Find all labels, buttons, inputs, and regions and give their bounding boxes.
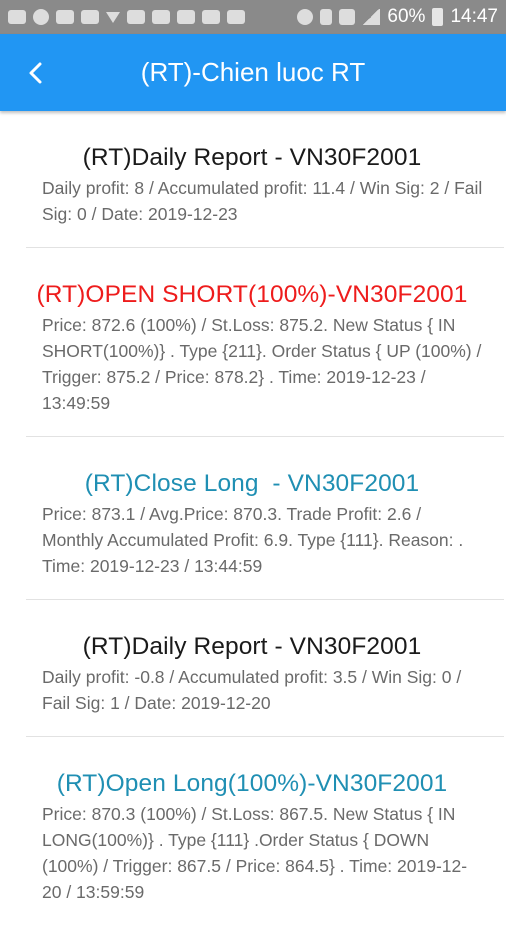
list-item[interactable]: (RT)Close Long - VN30F2001 Price: 873.1 … — [26, 437, 504, 600]
item-body: Daily profit: 8 / Accumulated profit: 11… — [42, 178, 483, 224]
clock: 14:47 — [450, 6, 498, 27]
item-title: (RT)Close Long - VN30F2001 — [84, 470, 420, 497]
item-title: (RT)OPEN SHORT(100%)-VN30F2001 — [36, 281, 468, 308]
item-body: Price: 872.6 (100%) / St.Loss: 875.2. Ne… — [42, 315, 482, 413]
list-item[interactable]: (RT)Daily Report - VN30F2001 Daily profi… — [26, 111, 504, 248]
sim-icon — [320, 9, 333, 25]
list-item[interactable]: (RT)Open Long(100%)-VN30F2001 Price: 870… — [26, 737, 504, 925]
item-body: Price: 873.1 / Avg.Price: 870.3. Trade P… — [42, 504, 464, 576]
item-body: Daily profit: -0.8 / Accumulated profit:… — [42, 667, 462, 713]
chat-icon — [152, 10, 170, 24]
phone-icon — [33, 9, 49, 25]
chat-icon — [177, 10, 195, 24]
item-title: (RT)Daily Report - VN30F2001 — [82, 633, 422, 660]
v-app-icon — [106, 11, 120, 23]
system-icons: 60% 14:47 — [297, 6, 498, 28]
chat-icon — [202, 10, 220, 24]
back-button[interactable] — [14, 34, 58, 111]
signal-icon — [362, 9, 381, 25]
item-body: Price: 870.3 (100%) / St.Loss: 867.5. Ne… — [42, 804, 468, 902]
message-icon — [8, 10, 26, 24]
battery-icon — [432, 8, 444, 26]
item-title: (RT)Daily Report - VN30F2001 — [82, 144, 422, 171]
chat-icon — [56, 10, 74, 24]
message-list: (RT)Daily Report - VN30F2001 Daily profi… — [0, 111, 506, 925]
app-bar: (RT)-Chien luoc RT — [0, 34, 506, 111]
image-icon — [227, 10, 245, 24]
page-title: (RT)-Chien luoc RT — [140, 57, 366, 87]
battery-percent: 60% — [387, 6, 426, 27]
back-arrow-icon — [29, 62, 42, 83]
list-item[interactable]: (RT)OPEN SHORT(100%)-VN30F2001 Price: 87… — [26, 248, 504, 437]
list-item[interactable]: (RT)Daily Report - VN30F2001 Daily profi… — [26, 600, 504, 737]
wifi-icon — [297, 9, 314, 25]
signal-box-icon — [339, 9, 356, 25]
status-bar: 60% 14:47 — [0, 0, 506, 34]
chat-icon — [81, 10, 99, 24]
gmail-icon — [127, 10, 145, 24]
notification-icons — [8, 9, 245, 25]
item-title: (RT)Open Long(100%)-VN30F2001 — [56, 770, 448, 797]
